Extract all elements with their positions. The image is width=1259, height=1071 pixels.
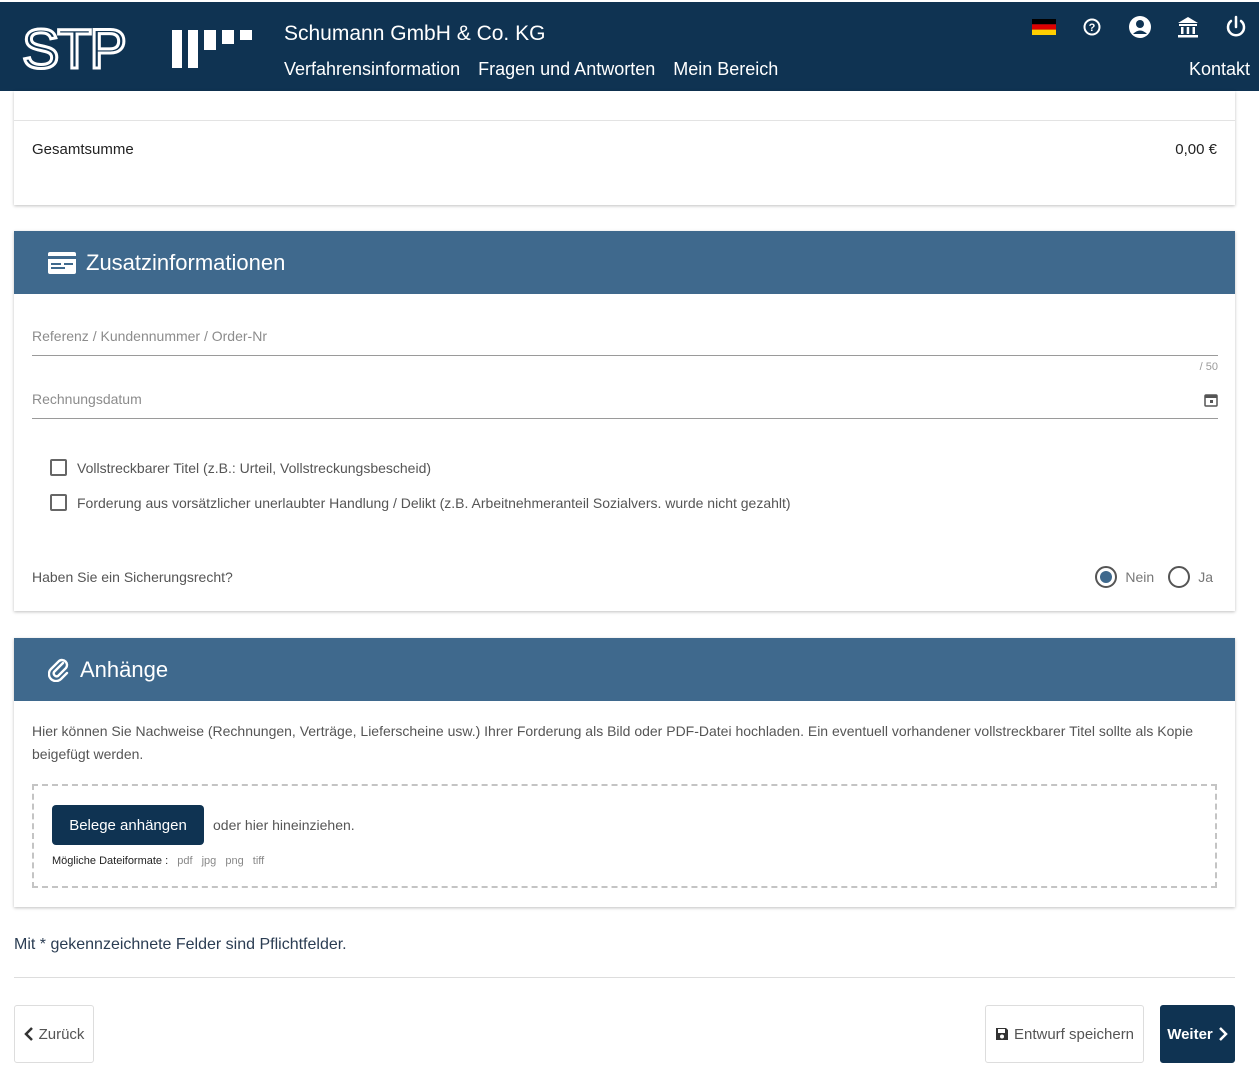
attachments-description: Hier können Sie Nachweise (Rechnungen, V…	[32, 723, 1194, 762]
company-name: Schumann GmbH & Co. KG	[284, 22, 546, 45]
radio-nein[interactable]	[1095, 566, 1118, 588]
help-icon[interactable]: ?	[1079, 14, 1105, 40]
additional-info-title: Zusatzinformationen	[86, 249, 286, 275]
security-right-question: Haben Sie ein Sicherungsrecht?	[32, 569, 233, 585]
user-icon[interactable]	[1127, 14, 1153, 40]
save-draft-button[interactable]: Entwurf speichern	[985, 1005, 1144, 1063]
enforceable-title-checkbox-row: Vollstreckbarer Titel (z.B.: Urteil, Vol…	[50, 459, 431, 476]
file-drop-zone[interactable]: Belege anhängen oder hier hineinziehen. …	[32, 784, 1217, 888]
file-formats-label: Mögliche Dateiformate :	[52, 855, 169, 867]
radio-nein-label: Nein	[1125, 569, 1155, 585]
nav-fragen-und-antworten[interactable]: Fragen und Antworten	[478, 59, 655, 80]
file-formats: Mögliche Dateiformate : pdf jpg png tiff	[52, 855, 264, 867]
nav-mein-bereich[interactable]: Mein Bereich	[673, 59, 778, 80]
paperclip-icon	[48, 658, 69, 682]
calendar-icon[interactable]	[1204, 393, 1218, 407]
invoice-date-placeholder: Rechnungsdatum	[32, 391, 142, 407]
total-value: 0,00 €	[1175, 141, 1217, 158]
save-draft-label: Entwurf speichern	[1013, 1025, 1135, 1043]
bank-icon[interactable]	[1175, 14, 1201, 40]
radio-ja[interactable]	[1168, 566, 1191, 588]
tort-claim-checkbox-row: Forderung aus vorsätzlicher unerlaubter …	[50, 494, 791, 511]
reference-char-counter: / 50	[1199, 361, 1218, 373]
invoice-date-input[interactable]: Rechnungsdatum	[32, 389, 1218, 419]
attachments-card: Anhänge Hier können Sie Nachweise (Rechn…	[14, 638, 1235, 907]
attachments-title: Anhänge	[80, 656, 169, 682]
header-icons: ?	[1031, 14, 1249, 40]
additional-info-header: Zusatzinformationen	[14, 231, 1235, 294]
drag-hint: oder hier hineinziehen.	[213, 817, 355, 833]
divider	[14, 120, 1235, 121]
back-button[interactable]: Zurück	[14, 1005, 94, 1063]
tort-claim-label: Forderung aus vorsätzlicher unerlaubter …	[77, 494, 791, 511]
additional-info-card: Zusatzinformationen Referenz / Kundennum…	[14, 231, 1235, 611]
radio-ja-label: Ja	[1198, 569, 1213, 585]
contact-link[interactable]: Kontakt	[1189, 59, 1250, 80]
reference-input[interactable]: Referenz / Kundennummer / Order-Nr	[32, 326, 1218, 356]
top-navigation-bar: STP Schumann GmbH & Co. KG Verfahrensinf…	[0, 0, 1259, 91]
required-fields-note: Mit * gekennzeichnete Felder sind Pflich…	[14, 936, 347, 953]
format-pdf: pdf	[177, 855, 193, 867]
nav-verfahrensinformation[interactable]: Verfahrensinformation	[284, 59, 460, 80]
chevron-left-icon	[23, 1027, 33, 1041]
attachments-header: Anhänge	[14, 638, 1235, 701]
footer-divider	[14, 977, 1235, 978]
total-summary-card: Gesamtsumme 0,00 €	[14, 91, 1235, 205]
id-card-icon	[48, 251, 76, 274]
total-label: Gesamtsumme	[32, 141, 134, 158]
reference-placeholder: Referenz / Kundennummer / Order-Nr	[32, 328, 267, 344]
svg-text:?: ?	[1089, 22, 1096, 34]
format-png: png	[225, 855, 244, 867]
stp-logo[interactable]: STP	[22, 22, 262, 72]
back-button-label: Zurück	[38, 1025, 85, 1043]
enforceable-title-label: Vollstreckbarer Titel (z.B.: Urteil, Vol…	[77, 459, 432, 476]
format-tiff: tiff	[252, 855, 265, 867]
main-navigation: Verfahrensinformation Fragen und Antwort…	[284, 59, 778, 80]
next-button-label: Weiter	[1167, 1025, 1213, 1043]
german-flag-icon[interactable]	[1031, 14, 1057, 40]
chevron-right-icon	[1218, 1027, 1228, 1041]
floppy-disk-icon	[995, 1028, 1008, 1040]
format-jpg: jpg	[201, 855, 217, 867]
power-icon[interactable]	[1223, 14, 1249, 40]
enforceable-title-checkbox[interactable]	[50, 459, 67, 476]
tort-claim-checkbox[interactable]	[50, 494, 67, 511]
attach-receipts-button[interactable]: Belege anhängen	[52, 805, 204, 845]
next-button[interactable]: Weiter	[1160, 1005, 1235, 1063]
security-right-radio-group: Nein Ja	[1095, 566, 1213, 588]
svg-text:STP: STP	[22, 22, 125, 72]
